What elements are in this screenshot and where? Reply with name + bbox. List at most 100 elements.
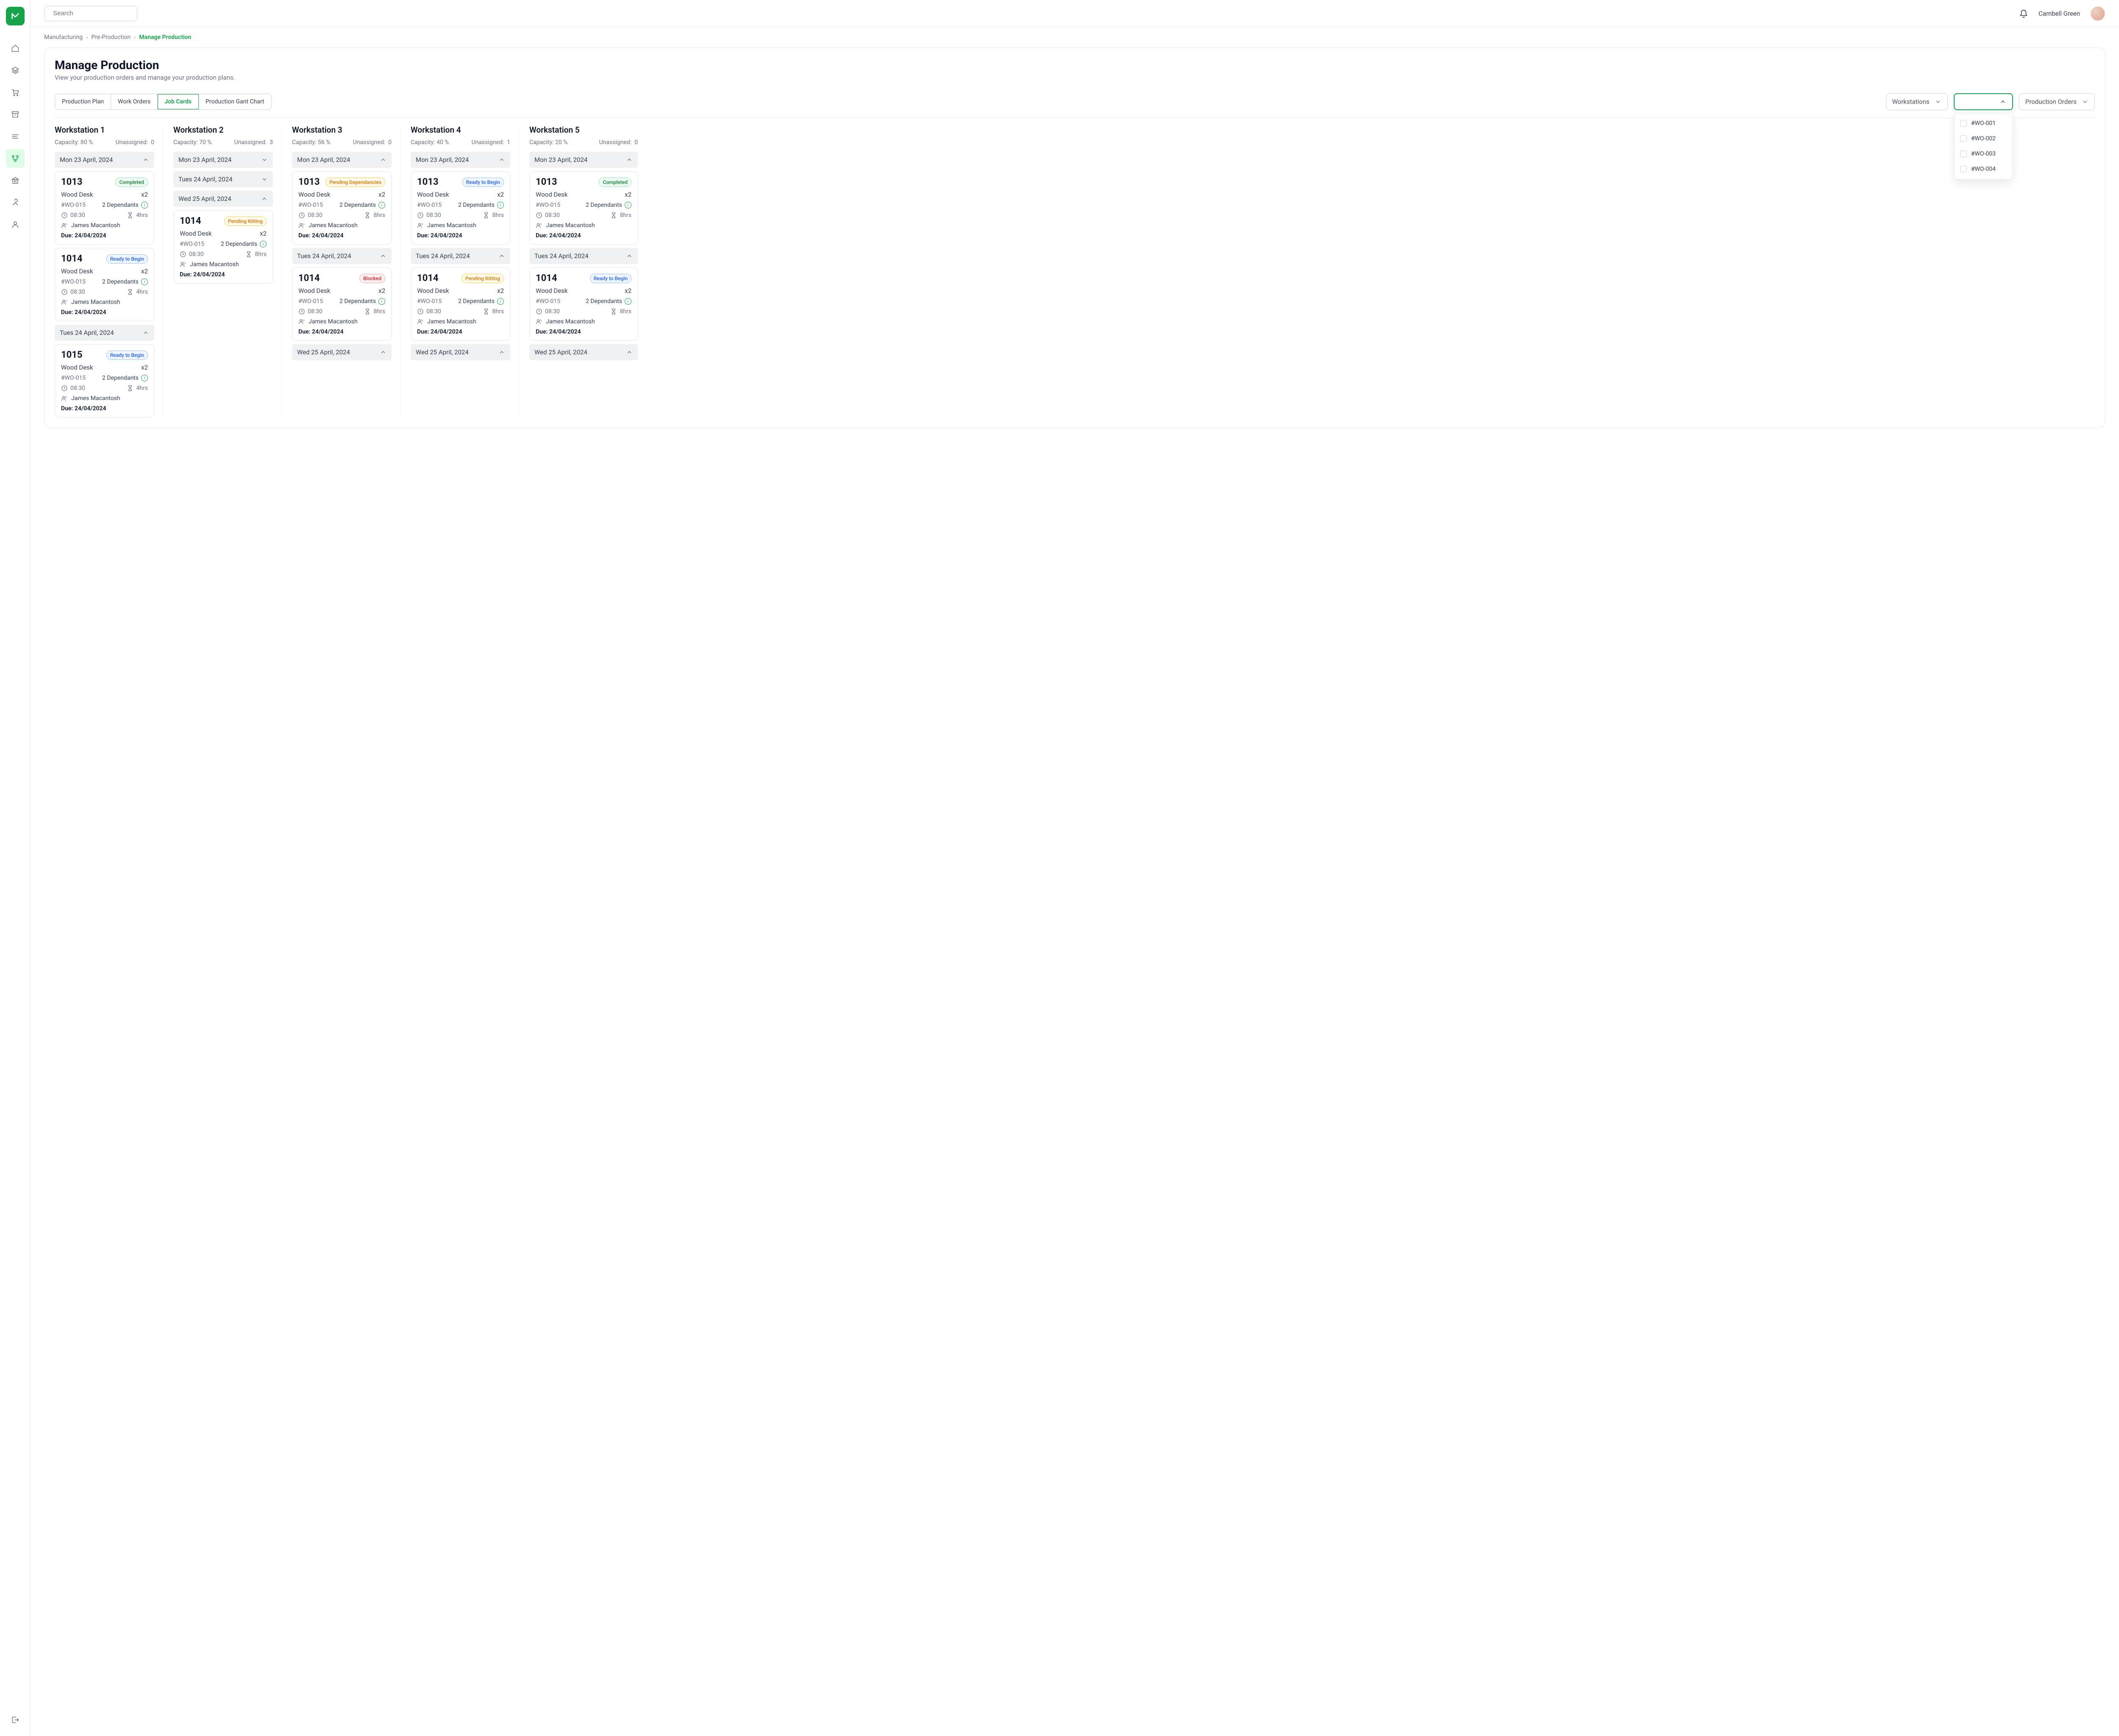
nav-home-icon[interactable] bbox=[6, 39, 25, 58]
wo-number: #WO-015 bbox=[61, 202, 86, 209]
info-icon[interactable]: i bbox=[141, 202, 148, 209]
clock-icon bbox=[180, 251, 186, 258]
date-group-header[interactable]: Wed 25 April, 2024 bbox=[411, 344, 510, 360]
job-card[interactable]: 1014BlockedWood Deskx2#WO-0152 Dependant… bbox=[292, 267, 392, 341]
crumb-current: Manage Production bbox=[139, 34, 191, 41]
product-name: Wood Desk bbox=[298, 287, 331, 295]
start-time: 08:30 bbox=[536, 308, 560, 315]
nav-logout-icon[interactable] bbox=[6, 1711, 25, 1729]
chevron-up-icon bbox=[626, 156, 633, 163]
dependants: 2 Dependants i bbox=[102, 278, 148, 285]
crumb-preproduction[interactable]: Pre-Production bbox=[91, 34, 131, 41]
search-input[interactable] bbox=[53, 10, 137, 17]
status-badge: Pending Dependancies bbox=[325, 178, 385, 187]
info-icon[interactable]: i bbox=[141, 278, 148, 285]
date-group-header[interactable]: Mon 23 April, 2024 bbox=[411, 152, 510, 168]
job-card[interactable]: 1013CompletedWood Deskx2#WO-0152 Dependa… bbox=[529, 171, 638, 245]
job-card[interactable]: 1014Pending KittingWood Deskx2#WO-0152 D… bbox=[173, 210, 273, 284]
job-card[interactable]: 1013Ready to BeginWood Deskx2#WO-0152 De… bbox=[411, 171, 510, 245]
date-group-header[interactable]: Tues 24 April, 2024 bbox=[411, 248, 510, 264]
chevron-up-icon bbox=[261, 195, 268, 202]
tab-job-cards[interactable]: Job Cards bbox=[158, 94, 199, 109]
info-icon[interactable]: i bbox=[141, 375, 148, 381]
date-group-header[interactable]: Wed 25 April, 2024 bbox=[529, 344, 638, 360]
dropdown-option[interactable]: #WO-002 bbox=[1954, 131, 2013, 146]
search-input-wrap[interactable] bbox=[44, 6, 137, 21]
due-date: Due: 24/04/2024 bbox=[536, 328, 631, 335]
filter-work-order[interactable] bbox=[1954, 93, 2013, 110]
date-group-header[interactable]: Tues 24 April, 2024 bbox=[529, 248, 638, 264]
job-card[interactable]: 1013CompletedWood Deskx2#WO-0152 Dependa… bbox=[55, 171, 154, 245]
dropdown-option[interactable]: #WO-004 bbox=[1954, 161, 2013, 177]
unassigned-text: Unassigned: 0 bbox=[599, 139, 638, 146]
clock-icon bbox=[417, 212, 424, 219]
wo-number: #WO-015 bbox=[417, 202, 442, 209]
nav-bank-icon[interactable] bbox=[6, 171, 25, 190]
hourglass-icon bbox=[610, 212, 617, 219]
start-time: 08:30 bbox=[180, 251, 204, 258]
job-card[interactable]: 1013Pending DependanciesWood Deskx2#WO-0… bbox=[292, 171, 392, 245]
app-logo[interactable] bbox=[6, 7, 25, 25]
nav-cart-icon[interactable] bbox=[6, 83, 25, 102]
date-group-header[interactable]: Wed 25 April, 2024 bbox=[292, 344, 392, 360]
assignee-icon bbox=[61, 222, 68, 229]
start-time: 08:30 bbox=[417, 212, 441, 219]
nav-user-icon[interactable] bbox=[6, 215, 25, 234]
tab-gant[interactable]: Production Gant Chart bbox=[199, 94, 271, 109]
date-group-header[interactable]: Mon 23 April, 2024 bbox=[173, 152, 273, 168]
assignee: James Macantosh bbox=[536, 318, 631, 325]
date-group-header[interactable]: Mon 23 April, 2024 bbox=[292, 152, 392, 168]
dropdown-option[interactable]: #WO-001 bbox=[1954, 116, 2013, 131]
info-icon[interactable]: i bbox=[378, 298, 385, 305]
capacity-text: Capacity: 56 % bbox=[292, 139, 330, 146]
assignee: James Macantosh bbox=[61, 395, 148, 402]
nav-menu-icon[interactable] bbox=[6, 127, 25, 146]
date-label: Wed 25 April, 2024 bbox=[178, 195, 231, 203]
nav-tools-icon[interactable] bbox=[6, 193, 25, 212]
quantity: x2 bbox=[378, 191, 385, 198]
job-card[interactable]: 1015Ready to BeginWood Deskx2#WO-0152 De… bbox=[55, 344, 154, 417]
filter-production-label: Production Orders bbox=[2025, 98, 2077, 106]
duration: 8hrs bbox=[364, 308, 385, 315]
unassigned-text: Unassigned: 3 bbox=[234, 139, 273, 146]
avatar[interactable] bbox=[2090, 6, 2105, 21]
duration: 4hrs bbox=[127, 289, 148, 295]
date-group-header[interactable]: Tues 24 April, 2024 bbox=[55, 325, 154, 341]
date-group-header[interactable]: Tues 24 April, 2024 bbox=[292, 248, 392, 264]
info-icon[interactable]: i bbox=[625, 202, 631, 209]
assignee: James Macantosh bbox=[298, 222, 385, 229]
start-time: 08:30 bbox=[417, 308, 441, 315]
job-card[interactable]: 1014Pending KittingWood Deskx2#WO-0152 D… bbox=[411, 267, 510, 341]
date-group-header[interactable]: Tues 24 April, 2024 bbox=[173, 171, 273, 187]
info-icon[interactable]: i bbox=[625, 298, 631, 305]
info-icon[interactable]: i bbox=[378, 202, 385, 209]
notifications-icon[interactable] bbox=[2019, 9, 2028, 18]
filter-workstations[interactable]: Workstations bbox=[1886, 93, 1948, 110]
filter-production-orders[interactable]: Production Orders bbox=[2019, 93, 2095, 110]
date-label: Mon 23 April, 2024 bbox=[60, 156, 113, 164]
assignee: James Macantosh bbox=[180, 261, 267, 268]
quantity: x2 bbox=[625, 287, 631, 295]
user-name[interactable]: Cambell Green bbox=[2038, 10, 2080, 17]
nav-branch-icon[interactable] bbox=[6, 149, 25, 168]
job-card[interactable]: 1014Ready to BeginWood Deskx2#WO-0152 De… bbox=[529, 267, 638, 341]
date-group-header[interactable]: Wed 25 April, 2024 bbox=[173, 191, 273, 207]
date-group-header[interactable]: Mon 23 April, 2024 bbox=[529, 152, 638, 168]
crumb-manufacturing[interactable]: Manufacturing bbox=[44, 34, 83, 41]
unassigned-text: Unassigned: 0 bbox=[116, 139, 154, 146]
info-icon[interactable]: i bbox=[497, 298, 504, 305]
assignee-icon bbox=[61, 299, 68, 306]
capacity-text: Capacity: 70 % bbox=[173, 139, 211, 146]
tab-production-plan[interactable]: Production Plan bbox=[55, 94, 111, 109]
job-card[interactable]: 1014Ready to BeginWood Deskx2#WO-0152 De… bbox=[55, 248, 154, 321]
chevron-down-icon bbox=[261, 156, 268, 163]
date-group-header[interactable]: Mon 23 April, 2024 bbox=[55, 152, 154, 168]
nav-stack-icon[interactable] bbox=[6, 61, 25, 80]
info-icon[interactable]: i bbox=[260, 241, 267, 248]
tab-work-orders[interactable]: Work Orders bbox=[111, 94, 158, 109]
product-name: Wood Desk bbox=[536, 287, 568, 295]
nav-archive-icon[interactable] bbox=[6, 105, 25, 124]
info-icon[interactable]: i bbox=[497, 202, 504, 209]
dropdown-option[interactable]: #WO-003 bbox=[1954, 146, 2013, 161]
dropdown-option-label: #WO-003 bbox=[1971, 150, 1996, 157]
